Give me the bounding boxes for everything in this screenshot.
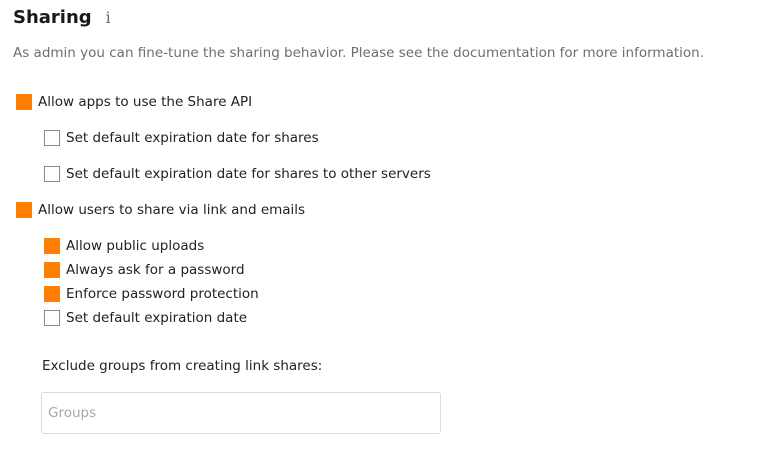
ask-password-label: Always ask for a password — [66, 262, 245, 278]
link-expiration-checkbox[interactable] — [44, 310, 60, 326]
allow-share-api-label: Allow apps to use the Share API — [38, 94, 253, 110]
default-expiration-remote-option[interactable]: Set default expiration date for shares t… — [44, 165, 431, 183]
public-uploads-checkbox[interactable] — [44, 238, 60, 254]
public-uploads-label: Allow public uploads — [66, 238, 205, 254]
ask-password-option[interactable]: Always ask for a password — [44, 261, 245, 279]
exclude-groups-label: Exclude groups from creating link shares… — [42, 358, 323, 374]
enforce-password-label: Enforce password protection — [66, 286, 259, 302]
enforce-password-checkbox[interactable] — [44, 286, 60, 302]
link-expiration-option[interactable]: Set default expiration date — [44, 309, 247, 327]
allow-links-checkbox[interactable] — [16, 202, 32, 218]
info-icon[interactable]: i — [106, 6, 111, 30]
default-expiration-label: Set default expiration date for shares — [66, 130, 319, 146]
groups-input[interactable] — [41, 392, 441, 434]
default-expiration-option[interactable]: Set default expiration date for shares — [44, 129, 319, 147]
section-description: As admin you can fine-tune the sharing b… — [13, 45, 704, 61]
link-expiration-label: Set default expiration date — [66, 310, 248, 326]
default-expiration-checkbox[interactable] — [44, 130, 60, 146]
default-expiration-remote-label: Set default expiration date for shares t… — [66, 166, 431, 182]
enforce-password-option[interactable]: Enforce password protection — [44, 285, 259, 303]
default-expiration-remote-checkbox[interactable] — [44, 166, 60, 182]
section-header: Sharing i — [13, 6, 111, 30]
ask-password-checkbox[interactable] — [44, 262, 60, 278]
allow-links-label: Allow users to share via link and emails — [38, 202, 306, 218]
section-title: Sharing — [13, 7, 92, 28]
sharing-settings-section: Sharing i As admin you can fine-tune the… — [0, 0, 779, 449]
allow-share-api-checkbox[interactable] — [16, 94, 32, 110]
public-uploads-option[interactable]: Allow public uploads — [44, 237, 204, 255]
allow-links-option[interactable]: Allow users to share via link and emails — [16, 201, 305, 219]
allow-share-api-option[interactable]: Allow apps to use the Share API — [16, 93, 252, 111]
